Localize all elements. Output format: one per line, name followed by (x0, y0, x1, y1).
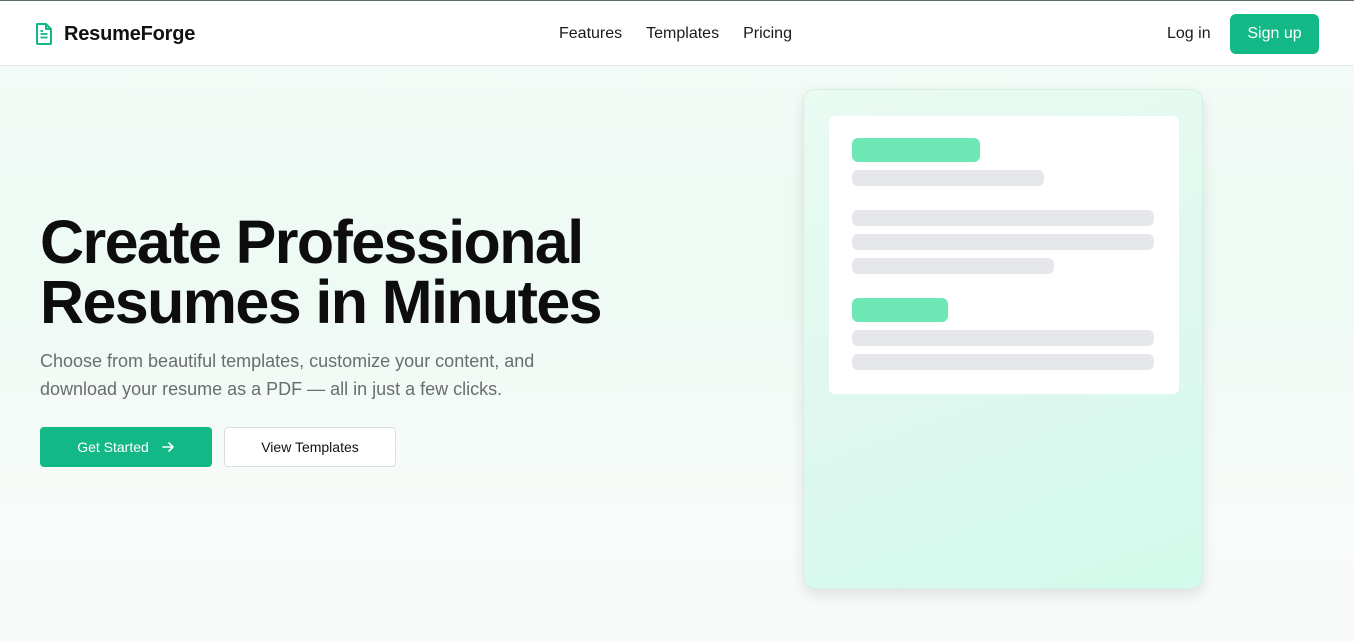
nav-link-pricing[interactable]: Pricing (743, 24, 792, 44)
view-templates-button[interactable]: View Templates (224, 427, 396, 467)
resume-preview-paper (829, 116, 1179, 394)
signup-button[interactable]: Sign up (1230, 14, 1319, 54)
nav-link-features[interactable]: Features (559, 24, 622, 44)
hero-title-line-2: Resumes in Minutes (40, 268, 603, 336)
top-navbar: ResumeForge Features Templates Pricing L… (0, 1, 1354, 66)
hero-title-line-1: Create Professional (40, 208, 584, 276)
brand-name: ResumeForge (64, 22, 196, 45)
get-started-button[interactable]: Get Started (40, 427, 212, 467)
document-icon (36, 23, 52, 45)
resume-preview-card (803, 89, 1203, 589)
login-link[interactable]: Log in (1167, 24, 1211, 44)
placeholder-line (852, 170, 1044, 186)
brand[interactable]: ResumeForge (34, 21, 195, 47)
placeholder-line (852, 234, 1154, 250)
main-nav: Features Templates Pricing (559, 24, 816, 44)
hero-title: Create Professional Resumes in Minutes (40, 212, 720, 333)
placeholder-heading (852, 138, 980, 162)
hero-subtitle-line-1: Choose from beautiful templates, customi… (40, 351, 535, 371)
hero-subtitle: Choose from beautiful templates, customi… (40, 347, 600, 403)
placeholder-line (852, 330, 1154, 346)
placeholder-heading (852, 298, 948, 322)
arrow-right-icon (161, 442, 174, 452)
placeholder-line (852, 258, 1054, 274)
hero-subtitle-line-2: download your resume as a PDF — all in j… (40, 379, 503, 399)
placeholder-line (852, 210, 1154, 226)
get-started-label: Get Started (77, 439, 149, 455)
nav-link-templates[interactable]: Templates (646, 24, 719, 44)
placeholder-line (852, 354, 1154, 370)
